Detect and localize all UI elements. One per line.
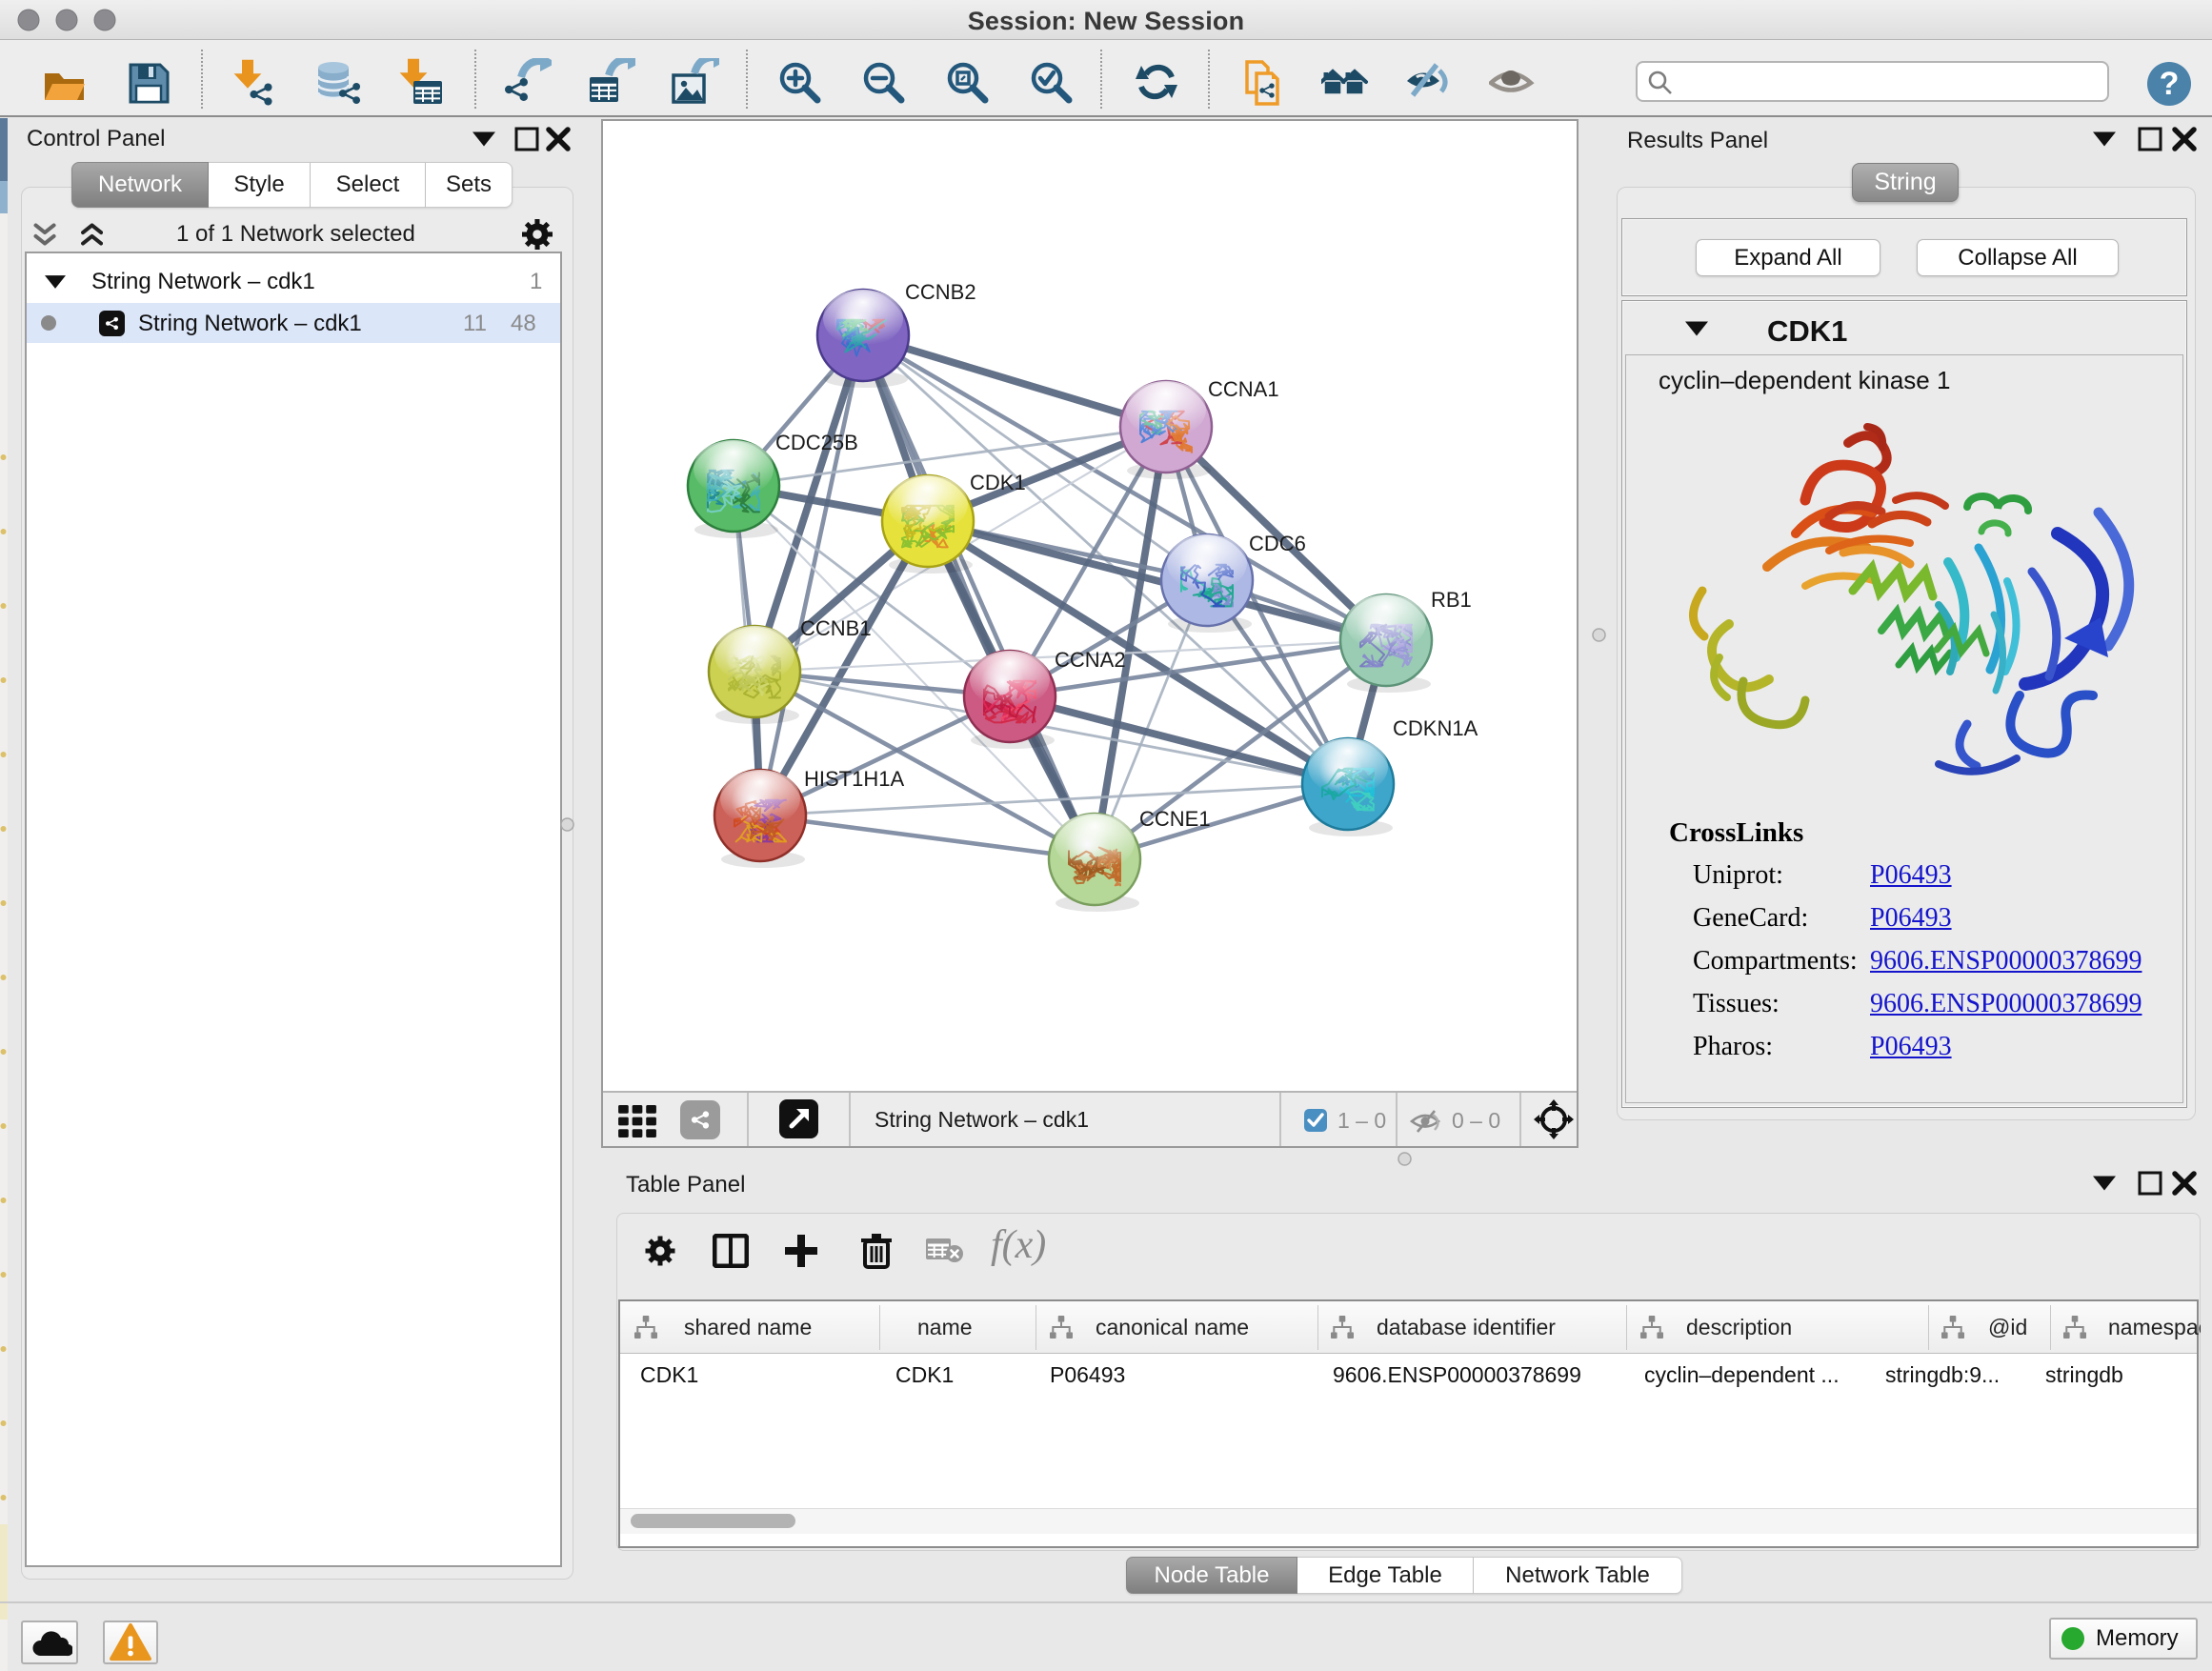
svg-text:CDKN1A: CDKN1A: [1393, 716, 1478, 740]
svg-text:CCNA1: CCNA1: [1208, 377, 1279, 401]
svg-text:CDK1: CDK1: [970, 471, 1026, 494]
svg-text:CDC6: CDC6: [1249, 532, 1306, 555]
svg-text:RB1: RB1: [1431, 588, 1472, 612]
svg-text:CCNB1: CCNB1: [800, 616, 872, 640]
svg-text:CCNE1: CCNE1: [1139, 807, 1211, 831]
svg-text:?: ?: [2160, 66, 2180, 102]
svg-text:HIST1H1A: HIST1H1A: [804, 767, 904, 791]
svg-text:CCNA2: CCNA2: [1055, 648, 1126, 672]
svg-text:CCNB2: CCNB2: [905, 280, 976, 304]
svg-text:CDC25B: CDC25B: [775, 431, 858, 454]
